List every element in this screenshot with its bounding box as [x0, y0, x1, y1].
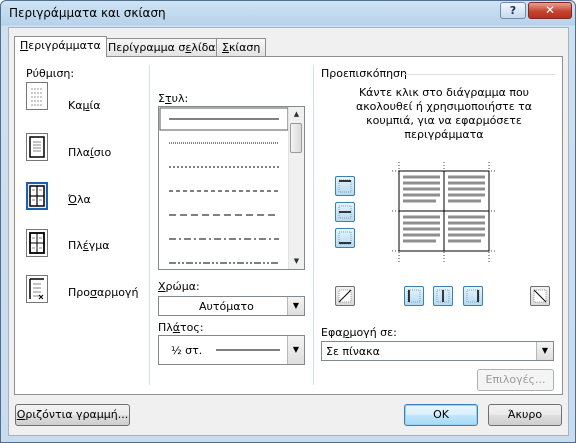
border-top-icon — [338, 179, 352, 193]
border-grid-icon — [29, 232, 45, 254]
setting-all-button[interactable] — [26, 182, 48, 210]
setting-title: Ρύθμιση: — [26, 67, 75, 80]
border-bottom-button[interactable] — [335, 228, 355, 248]
preview-instruction-line: περιγράμματα — [404, 128, 484, 141]
scroll-thumb[interactable] — [290, 123, 302, 153]
tab-page-border-label-a: Περίγραμμα σ — [108, 41, 186, 54]
border-custom-icon — [29, 278, 44, 300]
border-middle-vertical-icon — [436, 289, 450, 303]
border-middle-horizontal-icon — [338, 205, 352, 219]
setting-custom-button[interactable] — [26, 275, 48, 303]
setting-separator — [149, 65, 150, 385]
tab-shading-accel: Σ — [222, 41, 229, 54]
tab-shading[interactable]: Σκίαση — [216, 38, 267, 56]
width-label: Πλάτος: — [158, 321, 204, 334]
tab-page-border[interactable]: Περίγραμμα σελίδας — [102, 38, 229, 56]
diagonal-down-button[interactable] — [335, 286, 355, 306]
border-bottom-icon — [338, 231, 352, 245]
preview-title-rule — [403, 74, 555, 75]
apply-to-value: Σε πίνακα — [326, 345, 380, 358]
dialog-window: Περιγράμματα και σκίαση ? ✕ Περιγράμματα… — [0, 0, 576, 443]
preview-instructions: Κάντε κλικ στο διάγραμμα που ακολουθεί ή… — [333, 86, 555, 142]
style-title: Στυλ: — [158, 92, 189, 105]
apply-to-label: Εφαρμογή σε: — [321, 326, 397, 339]
close-button[interactable]: ✕ — [528, 2, 572, 19]
scroll-down-icon[interactable]: ▼ — [290, 255, 303, 268]
help-button[interactable]: ? — [500, 2, 526, 19]
line-style-scrollbar[interactable]: ▲ ▼ — [288, 107, 304, 269]
setting-all-label: Όλα — [68, 193, 91, 206]
line-style-samples — [159, 107, 289, 264]
border-right-icon — [466, 289, 480, 303]
dialog-body: Περιγράμματα Περίγραμμα σελίδας Σκίαση Ρ… — [8, 27, 569, 436]
title-bar: Περιγράμματα και σκίαση ? ✕ — [1, 1, 575, 27]
options-button[interactable]: Επιλογές... — [477, 369, 554, 391]
preview-instruction-line: ακολουθεί ή χρησιμοποιήστε τα — [355, 100, 533, 113]
color-select[interactable]: Αυτόματο ▼ — [158, 296, 305, 316]
setting-none-label: Καμία — [68, 99, 101, 112]
border-middle-horizontal-button[interactable] — [335, 202, 355, 222]
style-separator — [313, 65, 314, 385]
color-label: Χρώμα: — [158, 280, 200, 293]
diagonal-down-icon — [338, 289, 352, 303]
border-right-button[interactable] — [463, 286, 483, 306]
chevron-down-icon[interactable]: ▼ — [287, 297, 304, 315]
border-all-icon — [29, 185, 45, 207]
border-left-button[interactable] — [404, 286, 424, 306]
diagonal-up-button[interactable] — [530, 286, 550, 306]
preview-instruction-line: Κάντε κλικ στο διάγραμμα που — [358, 86, 530, 99]
setting-none-button[interactable] — [26, 82, 48, 110]
scroll-up-icon[interactable]: ▲ — [290, 108, 303, 121]
width-value: ½ στ. — [171, 344, 203, 357]
setting-grid-button[interactable] — [26, 229, 48, 257]
chevron-down-icon[interactable]: ▼ — [536, 342, 553, 360]
preview-title: Προεπισκόπηση — [321, 67, 407, 80]
preview-instruction-line: κουμπιά, για να εφαρμόσετε — [366, 114, 522, 127]
border-top-button[interactable] — [335, 176, 355, 196]
tab-borders[interactable]: Περιγράμματα — [14, 36, 107, 57]
width-select[interactable]: ½ στ. ▼ — [158, 335, 305, 365]
ok-button[interactable]: OK — [404, 404, 478, 426]
border-middle-vertical-button[interactable] — [433, 286, 453, 306]
tab-shading-label-b: κίαση — [228, 41, 261, 54]
chevron-down-icon[interactable]: ▼ — [287, 336, 304, 364]
preview-diagram[interactable] — [392, 162, 496, 262]
border-none-icon — [31, 88, 43, 106]
window-title: Περιγράμματα και σκίαση — [9, 6, 166, 20]
diagonal-up-icon — [533, 289, 547, 303]
cancel-button[interactable]: Άκυρο — [488, 404, 562, 426]
setting-custom-label: Προσαρμογή — [68, 286, 139, 299]
border-left-icon — [407, 289, 421, 303]
setting-box-label: Πλαίσιο — [68, 146, 112, 159]
horizontal-line-button[interactable]: Οριζόντια γραμμή... — [15, 404, 130, 426]
line-style-list[interactable]: ▲ ▼ — [158, 106, 305, 270]
apply-to-select[interactable]: Σε πίνακα ▼ — [321, 341, 554, 361]
setting-box-button[interactable] — [26, 133, 48, 161]
horizontal-line-label: ριζόντια γραμμή... — [25, 408, 129, 421]
width-line-sample — [216, 349, 280, 351]
borders-panel: Ρύθμιση: Καμία Πλαίσιο Όλα Πλέγμα Προσαρ… — [14, 56, 563, 395]
setting-grid-label: Πλέγμα — [68, 239, 110, 252]
color-value: Αυτόματο — [199, 300, 254, 313]
border-box-icon — [29, 136, 45, 158]
tab-borders-label-b: εριγράμματα — [28, 39, 101, 52]
